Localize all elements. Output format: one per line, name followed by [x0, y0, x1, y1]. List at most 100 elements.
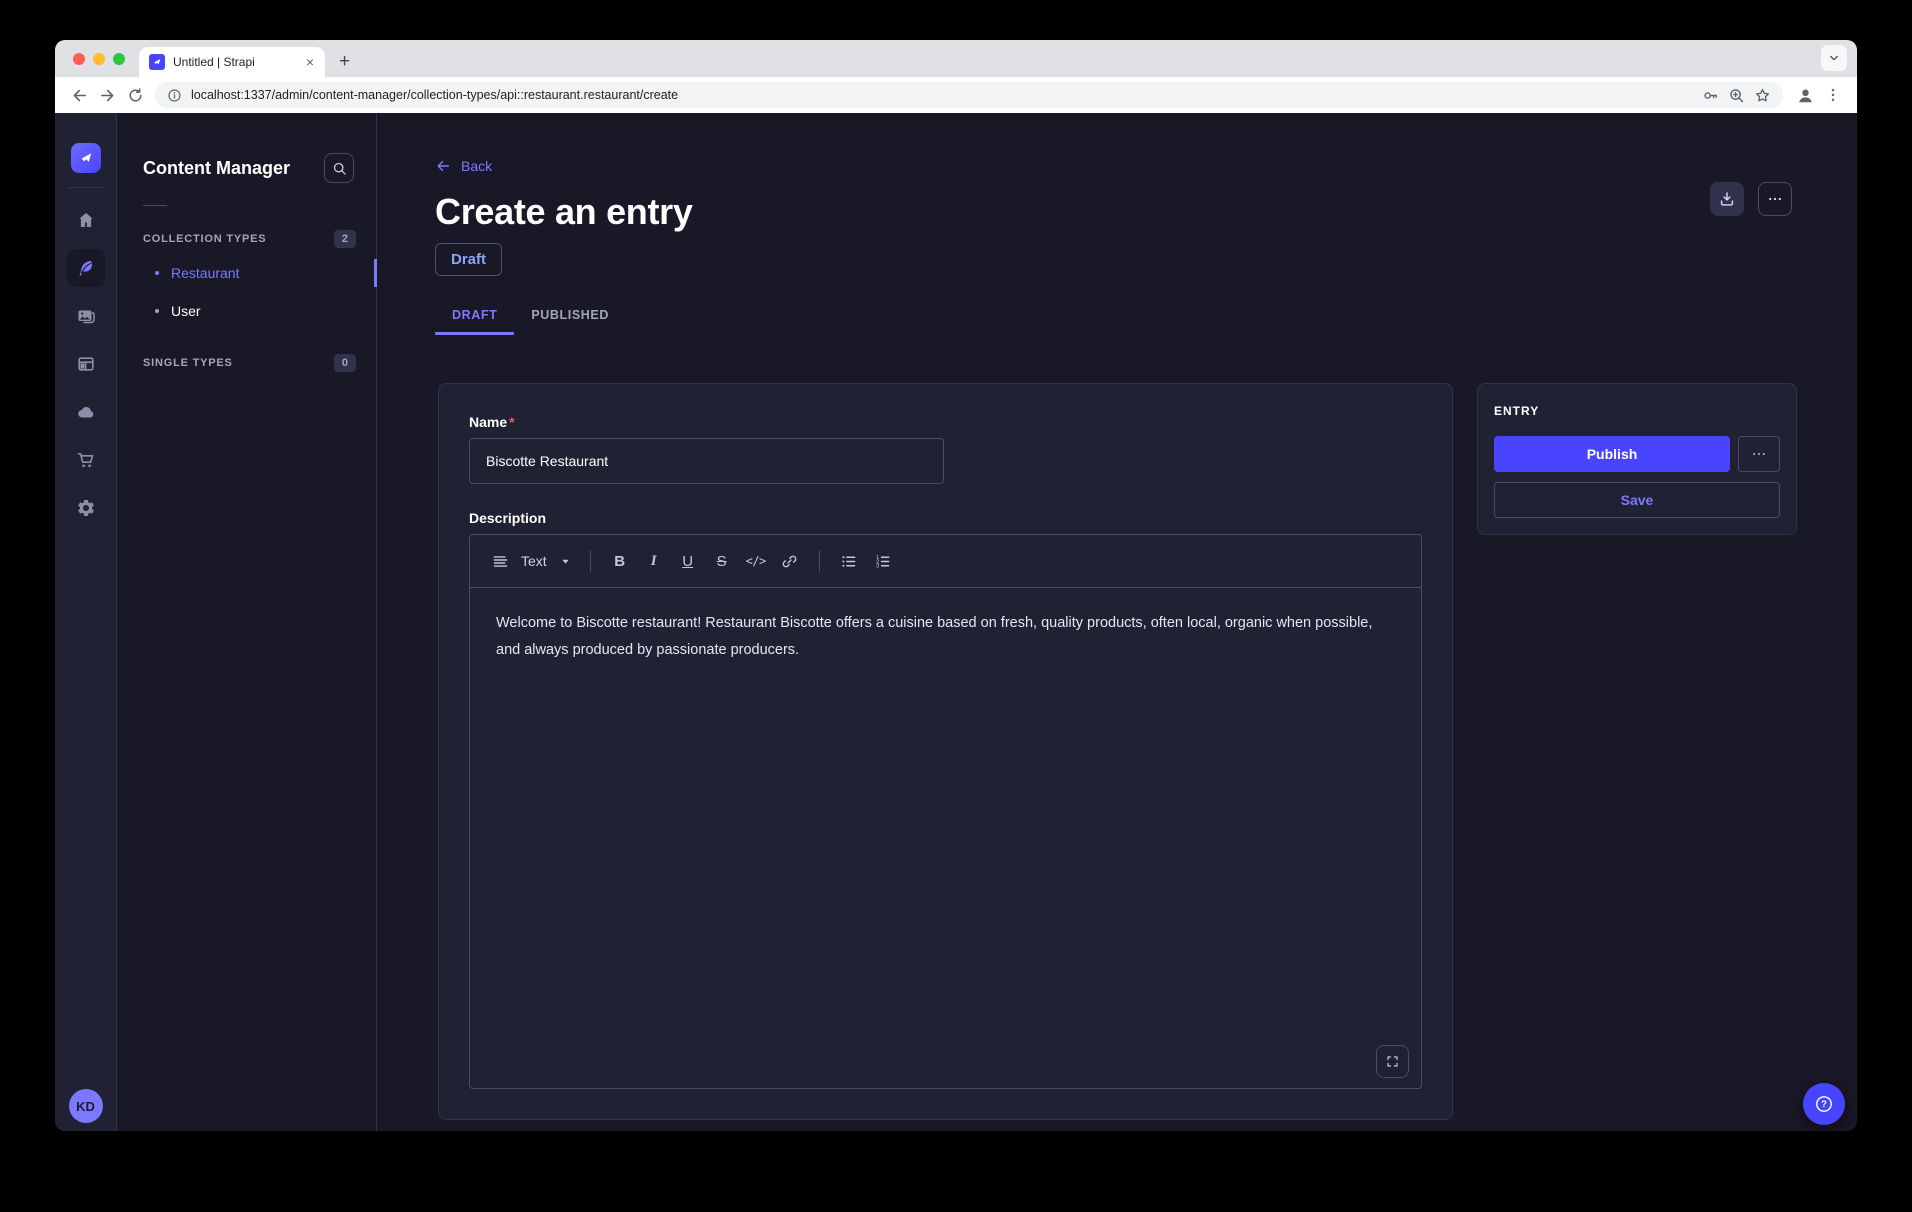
nav-marketplace[interactable] — [67, 441, 105, 479]
more-actions-button[interactable] — [1758, 182, 1792, 216]
back-arrow-icon — [71, 87, 88, 104]
paragraph-align-icon — [492, 553, 509, 570]
svg-text:?: ? — [1821, 1099, 1827, 1110]
nav-media-library[interactable] — [67, 297, 105, 335]
strapi-favicon-icon — [149, 54, 165, 70]
publish-button[interactable]: Publish — [1494, 436, 1730, 472]
reload-icon — [127, 87, 144, 104]
back-button[interactable] — [65, 81, 93, 109]
bookmark-star-icon[interactable] — [1754, 87, 1771, 104]
toolbar-separator — [819, 550, 820, 572]
entry-form-card: Name* Description Text — [438, 383, 1453, 1120]
forward-arrow-icon — [99, 87, 116, 104]
sidebar-item-restaurant[interactable]: Restaurant — [117, 254, 376, 292]
sidebar-item-label: Restaurant — [171, 265, 239, 281]
nav-deploy[interactable] — [67, 393, 105, 431]
link-icon — [781, 553, 798, 570]
toolbar-separator — [590, 550, 591, 572]
underline-button[interactable]: U — [671, 544, 705, 578]
home-icon — [76, 210, 96, 230]
expand-editor-button[interactable] — [1376, 1045, 1409, 1078]
tab-published[interactable]: PUBLISHED — [514, 308, 626, 335]
caret-down-icon — [559, 555, 572, 568]
rich-text-toolbar: Text B I U S </> — [470, 535, 1421, 588]
zoom-icon[interactable] — [1728, 87, 1745, 104]
kebab-menu-icon — [1825, 87, 1841, 103]
reload-button[interactable] — [121, 81, 149, 109]
rail-divider — [67, 187, 105, 188]
nav-settings[interactable] — [67, 489, 105, 527]
name-input[interactable] — [469, 438, 944, 484]
search-icon — [332, 161, 347, 176]
status-badge: Draft — [435, 243, 502, 276]
section-label: COLLECTION TYPES — [143, 233, 266, 245]
feather-icon — [76, 258, 96, 278]
shopping-cart-icon — [76, 450, 96, 470]
bullet-icon — [155, 309, 159, 313]
gear-icon — [76, 498, 96, 518]
numbered-list-button[interactable]: 123 — [866, 544, 900, 578]
download-icon — [1718, 190, 1736, 208]
browser-menu-button[interactable] — [1819, 81, 1847, 109]
nav-home[interactable] — [67, 201, 105, 239]
link-button[interactable] — [773, 544, 807, 578]
new-tab-button[interactable]: + — [325, 51, 350, 77]
password-key-icon[interactable] — [1702, 87, 1719, 104]
numbered-list-icon: 123 — [874, 553, 891, 570]
strapi-logo[interactable] — [71, 143, 101, 173]
site-info-icon[interactable] — [167, 88, 182, 103]
description-textarea[interactable]: Welcome to Biscotte restaurant! Restaura… — [470, 588, 1421, 1088]
italic-button[interactable]: I — [637, 544, 671, 578]
block-style-select[interactable]: Text — [486, 553, 578, 570]
subnav-divider — [143, 205, 167, 206]
url-text: localhost:1337/admin/content-manager/col… — [191, 88, 1693, 102]
bulleted-list-button[interactable] — [832, 544, 866, 578]
tab-draft[interactable]: DRAFT — [435, 308, 514, 335]
bullet-icon — [155, 271, 159, 275]
entry-more-button[interactable] — [1738, 436, 1780, 472]
profile-button[interactable] — [1791, 81, 1819, 109]
description-field-label: Description — [469, 510, 1422, 526]
sidebar-item-label: User — [171, 303, 201, 319]
strikethrough-button[interactable]: S — [705, 544, 739, 578]
tab-search-button[interactable] — [1821, 45, 1847, 71]
browser-toolbar: localhost:1337/admin/content-manager/col… — [55, 77, 1857, 113]
address-bar[interactable]: localhost:1337/admin/content-manager/col… — [155, 82, 1783, 108]
sidebar-item-user[interactable]: User — [117, 292, 376, 330]
strapi-logo-icon — [78, 150, 94, 166]
tab-title: Untitled | Strapi — [173, 55, 295, 69]
search-button[interactable] — [324, 153, 354, 183]
version-tabs: DRAFT PUBLISHED — [435, 308, 1857, 335]
user-avatar[interactable]: KD — [69, 1089, 103, 1123]
back-arrow-icon — [435, 158, 451, 174]
forward-button[interactable] — [93, 81, 121, 109]
strapi-app: KD Content Manager COLLECTION TYPES 2 — [55, 113, 1857, 1131]
bold-button[interactable]: B — [603, 544, 637, 578]
subnav-title: Content Manager — [143, 158, 290, 179]
main-content: Back Create an entry Draft DRAFT PUBLISH… — [377, 113, 1857, 1131]
count-badge: 2 — [334, 230, 356, 248]
content-manager-subnav: Content Manager COLLECTION TYPES 2 Resta… — [117, 113, 377, 1131]
save-button[interactable]: Save — [1494, 482, 1780, 518]
zoom-window-button[interactable] — [113, 53, 125, 65]
window-controls — [55, 53, 139, 77]
svg-text:3: 3 — [876, 563, 879, 569]
code-button[interactable]: </> — [739, 544, 773, 578]
pictures-icon — [76, 306, 96, 326]
help-button[interactable]: ? — [1803, 1083, 1845, 1125]
back-link[interactable]: Back — [435, 158, 492, 174]
name-field-label: Name* — [469, 414, 1422, 430]
chevron-down-icon — [1828, 52, 1840, 64]
expand-icon — [1385, 1054, 1400, 1069]
entry-panel: ENTRY Publish Save — [1477, 383, 1797, 535]
nav-content-manager[interactable] — [67, 249, 105, 287]
browser-tab[interactable]: Untitled | Strapi × — [139, 47, 325, 77]
export-button[interactable] — [1710, 182, 1744, 216]
tab-close-icon[interactable]: × — [303, 54, 317, 70]
close-window-button[interactable] — [73, 53, 85, 65]
single-types-section: SINGLE TYPES 0 — [117, 354, 376, 372]
browser-window: Untitled | Strapi × + localhost:1337/adm… — [55, 40, 1857, 1131]
nav-content-type-builder[interactable] — [67, 345, 105, 383]
minimize-window-button[interactable] — [93, 53, 105, 65]
section-label: SINGLE TYPES — [143, 357, 233, 369]
